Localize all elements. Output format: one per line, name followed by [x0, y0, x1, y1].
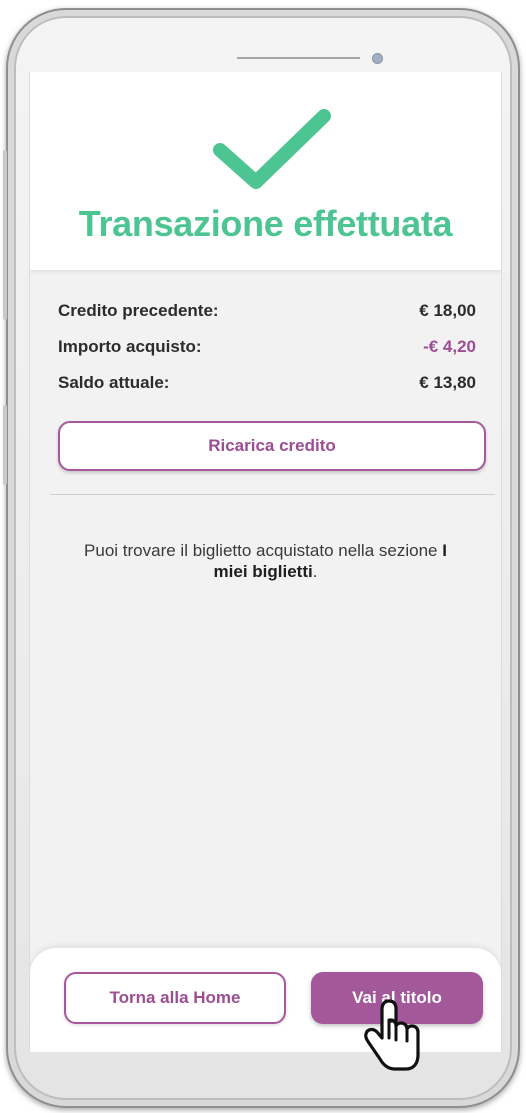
phone-side-button — [3, 150, 7, 320]
summary-value: € 13,80 — [419, 373, 476, 392]
page-title: Transazione effettuata — [78, 203, 453, 244]
check-icon — [213, 109, 331, 189]
summary-value: € 18,00 — [419, 301, 476, 320]
footer-actions: Torna alla Home Vai al titolo — [30, 948, 501, 1052]
divider — [50, 494, 495, 495]
ticket-info-text: Puoi trovare il biglietto acquistato nel… — [70, 540, 461, 582]
recharge-credit-button[interactable]: Ricarica credito — [58, 421, 486, 471]
summary-row-current-balance: Saldo attuale: € 13,80 — [58, 373, 476, 397]
app-screen: Transazione effettuata Credito precedent… — [29, 72, 502, 1052]
info-text: Puoi trovare il biglietto acquistato nel… — [84, 541, 443, 560]
summary-row-previous-credit: Credito precedente: € 18,00 — [58, 301, 476, 325]
success-header: Transazione effettuata — [30, 72, 501, 271]
hand-pointer-icon — [364, 999, 420, 1071]
summary-label: Importo acquisto: — [58, 337, 202, 356]
info-text-end: . — [312, 562, 318, 581]
phone-camera — [372, 53, 383, 64]
summary-label: Credito precedente: — [58, 301, 219, 320]
summary-label: Saldo attuale: — [58, 373, 170, 392]
phone-speaker — [237, 57, 360, 59]
phone-side-button — [3, 405, 7, 485]
back-home-button[interactable]: Torna alla Home — [64, 972, 286, 1024]
summary-value: -€ 4,20 — [423, 337, 476, 356]
summary-row-purchase-amount: Importo acquisto: -€ 4,20 — [58, 337, 476, 361]
